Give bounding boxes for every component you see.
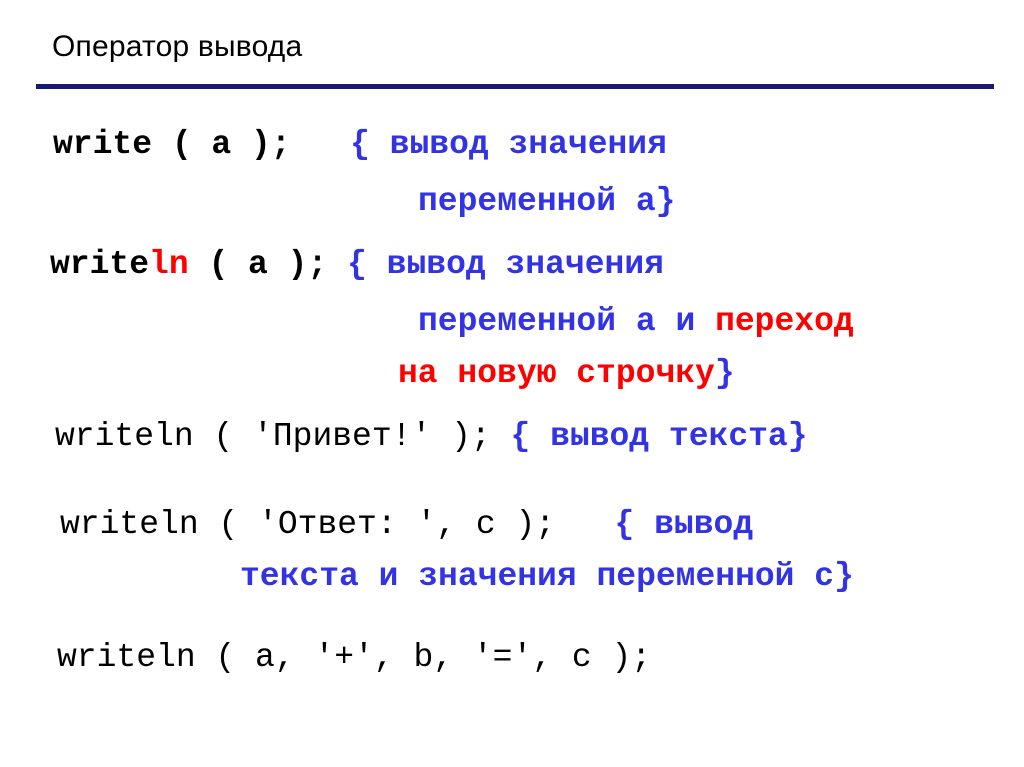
statement-writeln-ln-highlight: ln [149,246,189,283]
comment-write-line2: переменной a} [418,183,676,220]
title-divider [36,84,994,89]
statement-writeln-expression: writeln ( a, '+', b, '=', c ); [57,639,652,676]
comment-writeln-text: { вывод текста} [510,418,808,455]
statement-write: write ( a ); [53,126,291,163]
code-statement-line: writeln ( a, '+', b, '=', c ); [57,629,651,686]
comment-writeln-line2-red: переход [715,303,854,340]
comment-continuation-line: текста и значения переменной c} [240,548,854,605]
comment-continuation-line: переменной a} [418,173,675,230]
code-statement-line: writeln ( a ); { вывод значения [50,236,664,293]
code-statement-line: write ( a ); { вывод значения [53,116,667,173]
comment-continuation-line: на новую строчку} [398,345,735,402]
comment-writeln-line2-blue: переменной a и [418,303,716,340]
comment-writeln-line1: { вывод значения [347,246,664,283]
code-statement-line: writeln ( 'Ответ: ', c ); { вывод [60,496,753,553]
comment-writeln-answer-line2: текста и значения переменной c} [240,558,854,595]
comment-write-line1: { вывод значения [350,126,667,163]
comment-writeln-line3-red: на новую строчку [398,355,715,392]
code-statement-line: writeln ( 'Привет!' ); { вывод текста} [55,408,808,465]
statement-writeln-otvet: writeln ( 'Ответ: ', c ); [60,506,556,543]
page-title: Оператор вывода [52,30,303,63]
comment-writeln-answer-line1: { вывод [614,506,754,543]
statement-writeln-head: write [50,246,150,283]
comment-writeln-line3-close: } [714,355,735,392]
statement-writeln-privet: writeln ( 'Привет!' ); [55,418,511,455]
statement-writeln-rest: ( a ); [188,246,348,283]
comment-continuation-line: переменной a и переход [418,293,854,350]
slide: Оператор вывода write ( a ); { вывод зна… [0,0,1024,767]
